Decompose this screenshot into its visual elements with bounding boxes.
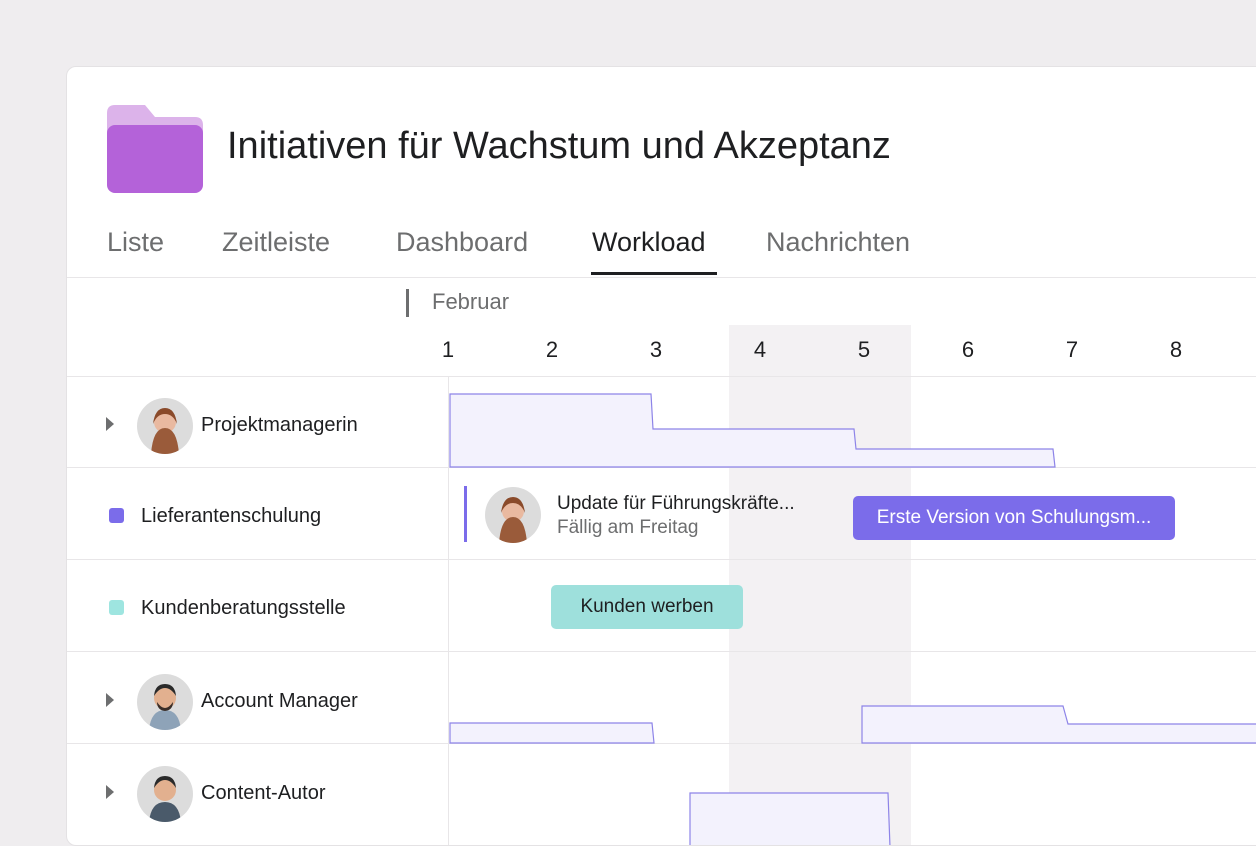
project-color-icon bbox=[109, 600, 124, 615]
row-label[interactable]: Account Manager bbox=[201, 690, 358, 713]
task-chip[interactable]: Kunden werben bbox=[551, 585, 743, 629]
row-label[interactable]: Lieferantenschulung bbox=[141, 505, 321, 528]
row-label[interactable]: Projektmanagerin bbox=[201, 414, 358, 437]
expand-icon[interactable] bbox=[106, 693, 114, 707]
task-indicator bbox=[464, 486, 467, 542]
expand-icon[interactable] bbox=[106, 417, 114, 431]
workload-area-account-manager bbox=[861, 705, 1256, 744]
task-due: Fällig am Freitag bbox=[557, 517, 699, 538]
row-label[interactable]: Content-Autor bbox=[201, 782, 326, 805]
expand-icon[interactable] bbox=[106, 785, 114, 799]
avatar bbox=[137, 766, 193, 822]
workload-area-content-autor bbox=[689, 792, 891, 845]
task-title[interactable]: Update für Führungskräfte... bbox=[557, 493, 795, 515]
task-chip[interactable]: Erste Version von Schulungsm... bbox=[853, 496, 1175, 540]
workload-area-account-manager bbox=[449, 722, 655, 744]
avatar bbox=[137, 398, 193, 454]
workload-graph bbox=[449, 393, 1256, 845]
workload-area-projektmanagerin bbox=[449, 393, 1056, 468]
project-card: Initiativen für Wachstum und Akzeptanz L… bbox=[66, 66, 1256, 846]
project-color-icon bbox=[109, 508, 124, 523]
avatar bbox=[485, 487, 541, 543]
row-label[interactable]: Kundenberatungsstelle bbox=[141, 597, 346, 620]
avatar bbox=[137, 674, 193, 730]
